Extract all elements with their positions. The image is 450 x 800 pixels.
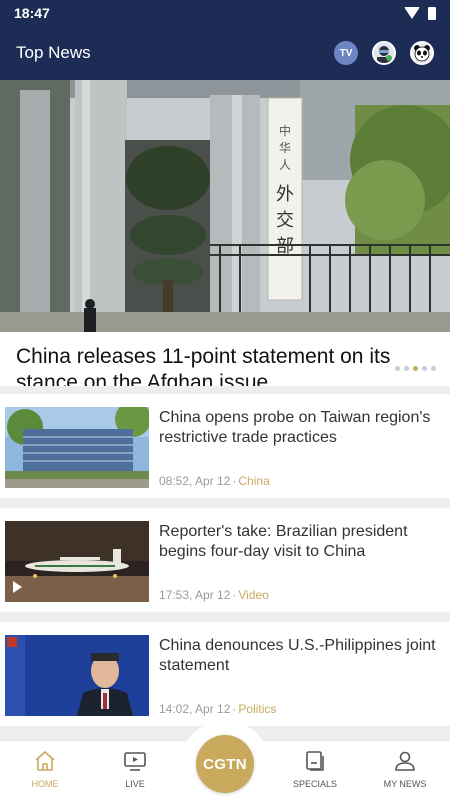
news-thumbnail[interactable] bbox=[5, 521, 149, 602]
user-avatar-icon[interactable] bbox=[372, 41, 396, 65]
my-news-icon bbox=[395, 751, 415, 771]
cgtn-center-button[interactable]: CGTN bbox=[196, 735, 254, 793]
carousel-dots bbox=[391, 364, 436, 373]
status-icons bbox=[404, 6, 436, 20]
hero-title[interactable]: China releases 11-point statement on its… bbox=[16, 344, 434, 386]
status-bar: 18:47 bbox=[0, 0, 450, 26]
news-title[interactable]: China opens probe on Taiwan region's res… bbox=[159, 408, 441, 448]
news-item[interactable]: China denounces U.S.-Philippines joint s… bbox=[0, 622, 450, 726]
nav-live-label: LIVE bbox=[125, 779, 145, 789]
nav-live[interactable]: LIVE bbox=[90, 749, 180, 789]
news-time: 17:53, Apr 12 bbox=[159, 588, 231, 602]
nav-my-news[interactable]: MY NEWS bbox=[360, 749, 450, 789]
page-title: Top News bbox=[16, 43, 91, 62]
news-title[interactable]: China denounces U.S.-Philippines joint s… bbox=[159, 636, 441, 676]
news-meta: 14:02, Apr 12 · Politics bbox=[159, 702, 277, 716]
nav-my-news-label: MY NEWS bbox=[383, 779, 427, 789]
status-time: 18:47 bbox=[14, 5, 50, 21]
nav-home-label: HOME bbox=[31, 779, 59, 789]
play-icon bbox=[13, 581, 22, 593]
hero-caption[interactable]: China releases 11-point statement on its… bbox=[0, 332, 450, 386]
news-category[interactable]: Video bbox=[238, 588, 268, 602]
app-actions: TV bbox=[334, 41, 434, 65]
app-bar: Top News TV bbox=[0, 26, 450, 80]
carousel-dot[interactable] bbox=[422, 366, 427, 371]
news-thumbnail[interactable] bbox=[5, 635, 149, 716]
news-time: 14:02, Apr 12 bbox=[159, 702, 231, 716]
svg-text:交: 交 bbox=[276, 210, 294, 231]
nav-specials[interactable]: SPECIALS bbox=[270, 749, 360, 789]
news-category[interactable]: Politics bbox=[238, 702, 276, 716]
battery-icon bbox=[428, 6, 436, 20]
news-item[interactable]: China opens probe on Taiwan region's res… bbox=[0, 394, 450, 498]
svg-text:部: 部 bbox=[276, 236, 294, 257]
hero-image[interactable]: 中 华 人 外 交 部 bbox=[0, 80, 450, 332]
nav-specials-label: SPECIALS bbox=[292, 779, 338, 789]
news-time: 08:52, Apr 12 bbox=[159, 474, 231, 488]
nav-home[interactable]: HOME bbox=[0, 749, 90, 789]
svg-text:人: 人 bbox=[279, 158, 291, 172]
news-item[interactable]: Reporter's take: Brazilian president beg… bbox=[0, 508, 450, 612]
wifi-icon bbox=[404, 7, 420, 19]
carousel-dot[interactable] bbox=[395, 366, 400, 371]
home-icon bbox=[35, 751, 55, 771]
live-icon bbox=[124, 752, 146, 771]
tv-icon[interactable]: TV bbox=[334, 41, 358, 65]
news-meta: 17:53, Apr 12 · Video bbox=[159, 588, 269, 602]
news-thumbnail[interactable] bbox=[5, 407, 149, 488]
news-category[interactable]: China bbox=[238, 474, 269, 488]
carousel-dot-active[interactable] bbox=[413, 366, 418, 371]
carousel-dot[interactable] bbox=[404, 366, 409, 371]
news-title[interactable]: Reporter's take: Brazilian president beg… bbox=[159, 522, 441, 562]
svg-text:华: 华 bbox=[279, 141, 291, 155]
panda-icon[interactable] bbox=[410, 41, 434, 65]
svg-text:外: 外 bbox=[276, 184, 294, 205]
news-meta: 08:52, Apr 12 · China bbox=[159, 474, 270, 488]
carousel-dot[interactable] bbox=[431, 366, 436, 371]
specials-icon bbox=[306, 751, 324, 771]
svg-text:中: 中 bbox=[279, 123, 291, 138]
